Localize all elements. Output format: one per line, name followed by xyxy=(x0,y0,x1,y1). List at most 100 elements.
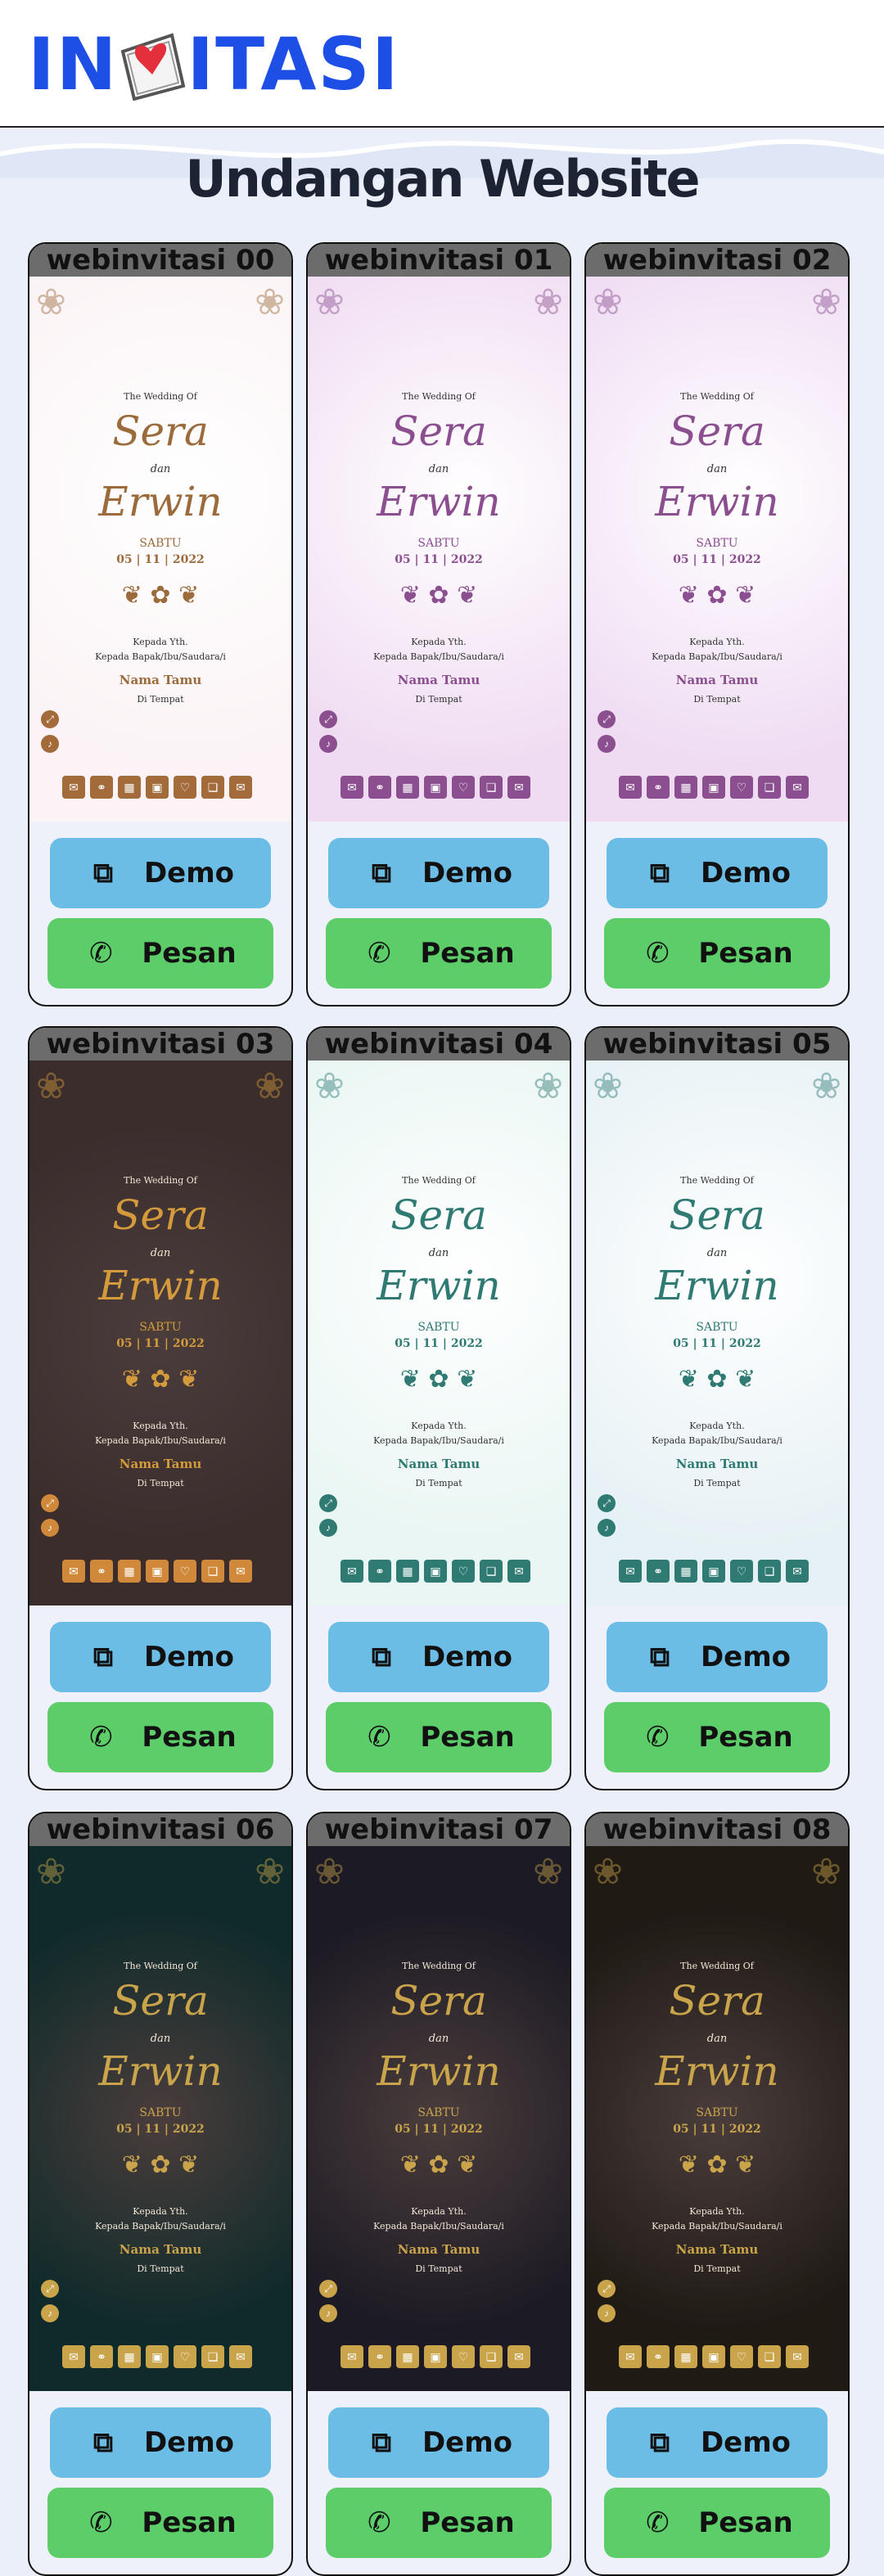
template-preview[interactable]: The Wedding Of Sera dan Erwin SABTU 05 | 11 |… xyxy=(308,277,570,822)
couple-icon[interactable]: ⚭ xyxy=(90,1560,113,1583)
calendar-icon[interactable]: ▦ xyxy=(396,1560,419,1583)
home-icon[interactable]: ✉ xyxy=(341,1560,363,1583)
home-icon[interactable]: ✉ xyxy=(619,776,642,799)
fullscreen-icon[interactable]: ⤢ xyxy=(319,1494,337,1512)
calendar-icon[interactable]: ▦ xyxy=(674,1560,697,1583)
couple-icon[interactable]: ⚭ xyxy=(647,1560,670,1583)
order-button[interactable]: ✆ Pesan xyxy=(47,1702,273,1772)
fullscreen-icon[interactable]: ⤢ xyxy=(598,2280,616,2298)
demo-button[interactable]: ⧉ Demo xyxy=(607,2407,828,2478)
order-button[interactable]: ✆ Pesan xyxy=(326,1702,552,1772)
template-preview[interactable]: The Wedding Of Sera dan Erwin SABTU 05 | 11 |… xyxy=(29,1846,291,2391)
heart-icon[interactable]: ♡ xyxy=(730,1560,753,1583)
site-logo[interactable]: IN ITASI xyxy=(28,22,400,106)
couple-icon[interactable]: ⚭ xyxy=(368,776,391,799)
heart-icon[interactable]: ♡ xyxy=(174,1560,196,1583)
home-icon[interactable]: ✉ xyxy=(341,2345,363,2368)
calendar-icon[interactable]: ▦ xyxy=(396,2345,419,2368)
couple-icon[interactable]: ⚭ xyxy=(647,2345,670,2368)
sound-icon[interactable]: ♪ xyxy=(319,2304,337,2322)
order-button[interactable]: ✆ Pesan xyxy=(604,1702,830,1772)
mail-icon[interactable]: ✉ xyxy=(786,776,809,799)
demo-button[interactable]: ⧉ Demo xyxy=(328,2407,549,2478)
template-preview[interactable]: The Wedding Of Sera dan Erwin SABTU 05 | 11 |… xyxy=(586,277,848,822)
home-icon[interactable]: ✉ xyxy=(619,1560,642,1583)
home-icon[interactable]: ✉ xyxy=(619,2345,642,2368)
couple-icon[interactable]: ⚭ xyxy=(368,1560,391,1583)
chat-icon[interactable]: ❏ xyxy=(758,776,781,799)
couple-icon[interactable]: ⚭ xyxy=(368,2345,391,2368)
mail-icon[interactable]: ✉ xyxy=(786,2345,809,2368)
gallery-icon[interactable]: ▣ xyxy=(424,2345,447,2368)
calendar-icon[interactable]: ▦ xyxy=(118,2345,141,2368)
mail-icon[interactable]: ✉ xyxy=(507,1560,530,1583)
demo-button[interactable]: ⧉ Demo xyxy=(50,2407,271,2478)
template-preview[interactable]: The Wedding Of Sera dan Erwin SABTU 05 | 11 |… xyxy=(308,1846,570,2391)
couple-icon[interactable]: ⚭ xyxy=(90,776,113,799)
couple-icon[interactable]: ⚭ xyxy=(647,776,670,799)
gallery-icon[interactable]: ▣ xyxy=(146,2345,169,2368)
chat-icon[interactable]: ❏ xyxy=(758,2345,781,2368)
sound-icon[interactable]: ♪ xyxy=(598,1519,616,1537)
template-preview[interactable]: The Wedding Of Sera dan Erwin SABTU 05 | 11 |… xyxy=(586,1846,848,2391)
order-button[interactable]: ✆ Pesan xyxy=(604,2488,830,2558)
fullscreen-icon[interactable]: ⤢ xyxy=(41,2280,59,2298)
demo-button[interactable]: ⧉ Demo xyxy=(607,838,828,908)
demo-button[interactable]: ⧉ Demo xyxy=(50,1622,271,1692)
demo-button[interactable]: ⧉ Demo xyxy=(328,838,549,908)
template-preview[interactable]: The Wedding Of Sera dan Erwin SABTU 05 | 11 |… xyxy=(29,1061,291,1605)
mail-icon[interactable]: ✉ xyxy=(229,2345,252,2368)
sound-icon[interactable]: ♪ xyxy=(319,735,337,753)
mail-icon[interactable]: ✉ xyxy=(229,776,252,799)
fullscreen-icon[interactable]: ⤢ xyxy=(598,1494,616,1512)
sound-icon[interactable]: ♪ xyxy=(41,2304,59,2322)
calendar-icon[interactable]: ▦ xyxy=(674,776,697,799)
fullscreen-icon[interactable]: ⤢ xyxy=(319,710,337,728)
heart-icon[interactable]: ♡ xyxy=(452,2345,475,2368)
fullscreen-icon[interactable]: ⤢ xyxy=(319,2280,337,2298)
sound-icon[interactable]: ♪ xyxy=(598,2304,616,2322)
demo-button[interactable]: ⧉ Demo xyxy=(50,838,271,908)
chat-icon[interactable]: ❏ xyxy=(480,1560,503,1583)
chat-icon[interactable]: ❏ xyxy=(201,776,224,799)
template-preview[interactable]: The Wedding Of Sera dan Erwin SABTU 05 | 11 |… xyxy=(29,277,291,822)
sound-icon[interactable]: ♪ xyxy=(41,1519,59,1537)
chat-icon[interactable]: ❏ xyxy=(758,1560,781,1583)
chat-icon[interactable]: ❏ xyxy=(201,2345,224,2368)
mail-icon[interactable]: ✉ xyxy=(507,776,530,799)
mail-icon[interactable]: ✉ xyxy=(229,1560,252,1583)
heart-icon[interactable]: ♡ xyxy=(174,2345,196,2368)
fullscreen-icon[interactable]: ⤢ xyxy=(41,1494,59,1512)
calendar-icon[interactable]: ▦ xyxy=(118,1560,141,1583)
calendar-icon[interactable]: ▦ xyxy=(118,776,141,799)
sound-icon[interactable]: ♪ xyxy=(598,735,616,753)
home-icon[interactable]: ✉ xyxy=(341,776,363,799)
demo-button[interactable]: ⧉ Demo xyxy=(607,1622,828,1692)
gallery-icon[interactable]: ▣ xyxy=(702,776,725,799)
mail-icon[interactable]: ✉ xyxy=(507,2345,530,2368)
gallery-icon[interactable]: ▣ xyxy=(424,1560,447,1583)
heart-icon[interactable]: ♡ xyxy=(730,776,753,799)
calendar-icon[interactable]: ▦ xyxy=(674,2345,697,2368)
chat-icon[interactable]: ❏ xyxy=(480,2345,503,2368)
gallery-icon[interactable]: ▣ xyxy=(146,1560,169,1583)
gallery-icon[interactable]: ▣ xyxy=(146,776,169,799)
heart-icon[interactable]: ♡ xyxy=(452,1560,475,1583)
couple-icon[interactable]: ⚭ xyxy=(90,2345,113,2368)
home-icon[interactable]: ✉ xyxy=(62,776,85,799)
gallery-icon[interactable]: ▣ xyxy=(424,776,447,799)
template-preview[interactable]: The Wedding Of Sera dan Erwin SABTU 05 | 11 |… xyxy=(308,1061,570,1605)
calendar-icon[interactable]: ▦ xyxy=(396,776,419,799)
template-preview[interactable]: The Wedding Of Sera dan Erwin SABTU 05 | 11 |… xyxy=(586,1061,848,1605)
demo-button[interactable]: ⧉ Demo xyxy=(328,1622,549,1692)
gallery-icon[interactable]: ▣ xyxy=(702,2345,725,2368)
chat-icon[interactable]: ❏ xyxy=(480,776,503,799)
chat-icon[interactable]: ❏ xyxy=(201,1560,224,1583)
sound-icon[interactable]: ♪ xyxy=(319,1519,337,1537)
order-button[interactable]: ✆ Pesan xyxy=(604,918,830,989)
order-button[interactable]: ✆ Pesan xyxy=(326,2488,552,2558)
home-icon[interactable]: ✉ xyxy=(62,1560,85,1583)
order-button[interactable]: ✆ Pesan xyxy=(47,2488,273,2558)
mail-icon[interactable]: ✉ xyxy=(786,1560,809,1583)
gallery-icon[interactable]: ▣ xyxy=(702,1560,725,1583)
